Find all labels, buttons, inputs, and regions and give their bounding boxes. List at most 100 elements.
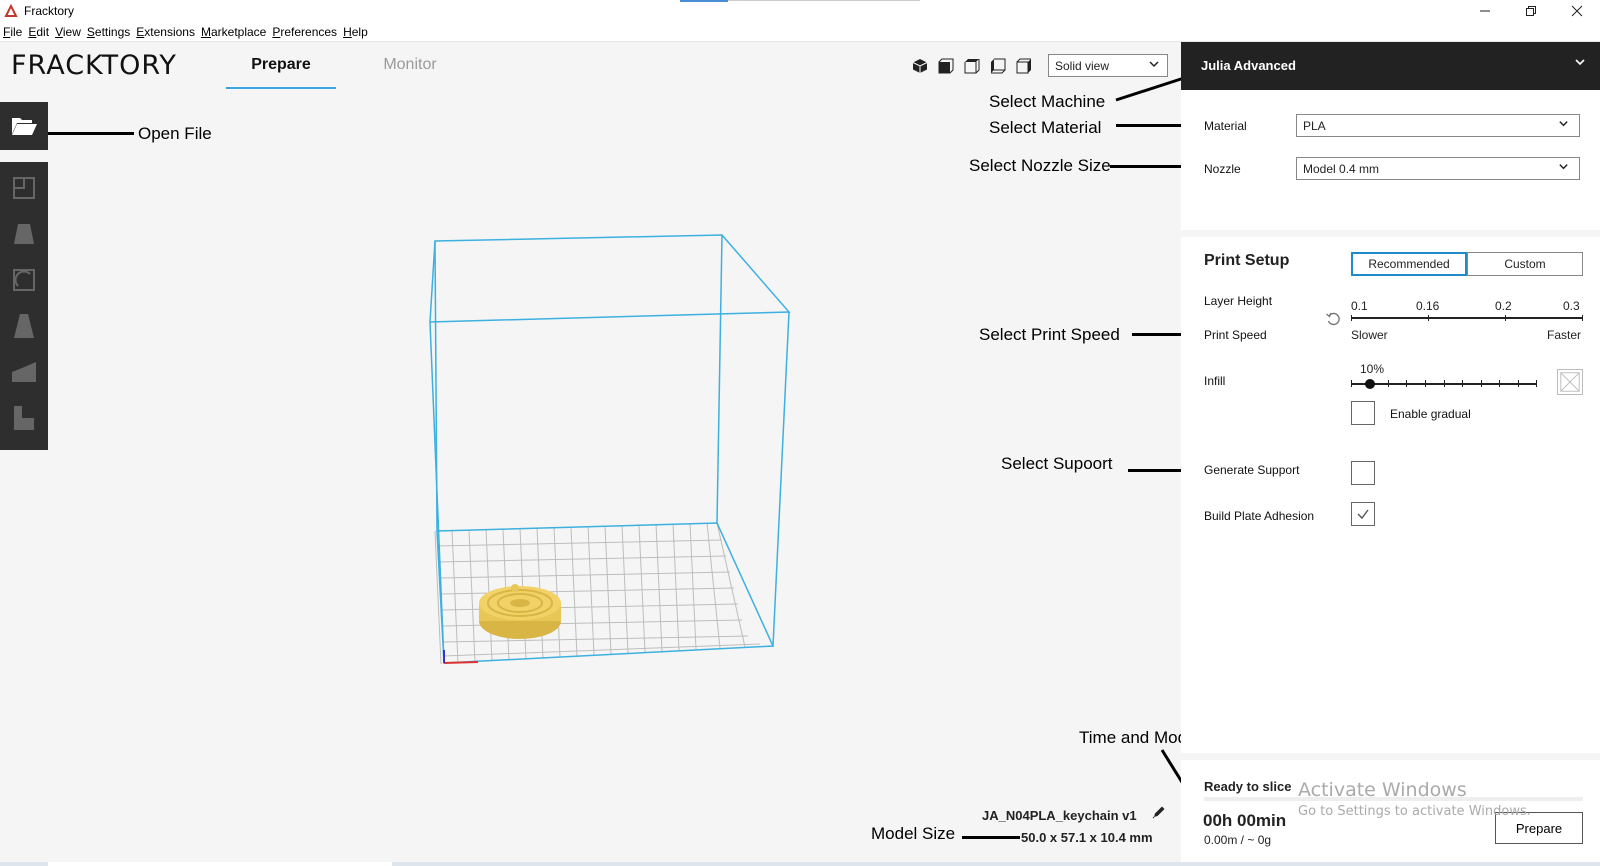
recommended-mode-button[interactable]: Recommended (1351, 252, 1467, 276)
support-checkbox[interactable] (1351, 461, 1375, 485)
activation-watermark-title: Activate Windows (1298, 779, 1467, 801)
active-tab-indicator (226, 87, 336, 89)
print-time: 00h 00min (1203, 811, 1287, 830)
reset-icon[interactable] (1325, 311, 1341, 327)
build-plate-grid (434, 522, 761, 665)
infill-pattern-icon (1557, 369, 1583, 395)
tool-panel (0, 162, 48, 450)
app-logo-icon (4, 4, 18, 17)
slice-status: Ready to slice (1204, 779, 1292, 794)
x-axis-indicator (443, 661, 479, 664)
nozzle-value: Model 0.4 mm (1303, 162, 1380, 176)
layer-height-label: Layer Height (1204, 294, 1273, 308)
tab-prepare[interactable]: Prepare (226, 56, 336, 74)
top-view-icon[interactable] (964, 58, 980, 74)
title-accent (680, 0, 728, 2)
print-setup-panel (1181, 237, 1600, 753)
adhesion-checkbox[interactable] (1351, 502, 1375, 526)
close-button[interactable] (1554, 0, 1600, 22)
menu-extensions[interactable]: Extensions (136, 25, 195, 39)
menu-edit[interactable]: Edit (28, 25, 49, 39)
gradual-label: Enable gradual (1390, 407, 1471, 421)
material-label: Material (1204, 119, 1247, 133)
chevron-down-icon (1574, 56, 1586, 72)
layer-height-slider[interactable] (1351, 315, 1583, 321)
annotation-open-file: Open File (138, 124, 212, 143)
3d-view-icon[interactable] (912, 58, 928, 74)
annotation-select-machine: Select Machine (989, 92, 1106, 111)
annotation-line (1115, 76, 1185, 102)
maximize-button[interactable] (1508, 0, 1554, 22)
tab-monitor[interactable]: Monitor (368, 56, 452, 74)
front-view-icon[interactable] (938, 58, 954, 74)
menu-preferences[interactable]: Preferences (272, 25, 337, 39)
model-name: JA_N04PLA_keychain v1 (982, 808, 1137, 823)
annotation-select-speed: Select Print Speed (979, 325, 1120, 344)
adhesion-label: Build Plate Adhesion (1204, 509, 1315, 523)
mirror-tool-icon[interactable] (10, 312, 38, 340)
rotate-tool-icon[interactable] (10, 266, 38, 294)
gradual-checkbox[interactable] (1351, 401, 1375, 425)
annotation-model-size: Model Size (871, 824, 956, 843)
nozzle-select[interactable]: Model 0.4 mm (1296, 157, 1580, 180)
move-tool-icon[interactable] (10, 174, 38, 202)
menu-marketplace[interactable]: Marketplace (201, 25, 266, 39)
keychain-model[interactable] (479, 584, 561, 639)
left-view-icon[interactable] (990, 58, 1006, 74)
restore-icon (1526, 6, 1536, 16)
title-bar (0, 0, 1600, 22)
close-icon (1571, 5, 1583, 17)
menu-file[interactable]: File (3, 25, 22, 39)
print-speed-label: Print Speed (1204, 328, 1267, 342)
right-view-icon[interactable] (1016, 58, 1032, 74)
chevron-down-icon (1149, 59, 1159, 72)
layer-tick-label: 0.16 (1416, 299, 1440, 313)
annotation-line (1132, 333, 1181, 336)
infill-slider[interactable] (1351, 380, 1537, 387)
annotation-line (1110, 165, 1186, 168)
speed-max-label: Faster (1547, 328, 1582, 342)
chevron-down-icon (1558, 161, 1569, 175)
annotation-select-nozzle: Select Nozzle Size (969, 156, 1111, 175)
build-volume-viewport[interactable] (420, 230, 800, 670)
machine-name: Julia Advanced (1201, 58, 1296, 73)
activation-watermark-subtitle: Go to Settings to activate Windows. (1298, 804, 1531, 819)
menu-view[interactable]: View (55, 25, 81, 39)
annotation-line (1128, 469, 1183, 472)
minimize-icon (1480, 10, 1490, 12)
infill-value: 10% (1360, 362, 1385, 376)
menu-settings[interactable]: Settings (87, 25, 130, 39)
layer-tick-label: 0.3 (1563, 299, 1580, 313)
per-model-settings-icon[interactable] (10, 358, 38, 386)
annotation-line (962, 836, 1020, 839)
menu-bar: File Edit View Settings Extensions Marke… (0, 22, 1600, 42)
machine-selector[interactable]: Julia Advanced (1181, 42, 1600, 90)
annotation-line (48, 132, 134, 135)
chevron-down-icon (1558, 118, 1569, 132)
layer-tick-label: 0.2 (1495, 299, 1512, 313)
material-value: PLA (1303, 119, 1326, 133)
window-title: Fracktory (24, 4, 75, 18)
title-divider (728, 0, 920, 1)
nozzle-label: Nozzle (1204, 162, 1241, 176)
print-setup-title: Print Setup (1204, 252, 1290, 269)
folder-open-icon (12, 118, 37, 135)
annotation-select-support: Select Supoort (1001, 454, 1113, 473)
minimize-button[interactable] (1462, 0, 1508, 22)
menu-help[interactable]: Help (343, 25, 368, 39)
view-mode-value: Solid view (1055, 59, 1110, 73)
custom-mode-button[interactable]: Custom (1467, 252, 1583, 276)
material-select[interactable]: PLA (1296, 114, 1580, 137)
status-strip-segment (48, 862, 392, 866)
layer-tick-label: 0.1 (1351, 299, 1368, 313)
pencil-icon[interactable] (1151, 804, 1167, 820)
open-file-button[interactable] (0, 102, 48, 150)
annotation-select-material: Select Material (989, 118, 1102, 137)
infill-label: Infill (1204, 374, 1226, 388)
support-blocker-icon[interactable] (10, 404, 38, 432)
speed-min-label: Slower (1351, 328, 1388, 342)
material-usage: 0.00m / ~ 0g (1204, 833, 1272, 847)
scale-tool-icon[interactable] (10, 220, 38, 248)
infill-slider-handle[interactable] (1364, 379, 1375, 389)
support-label: Generate Support (1204, 463, 1300, 477)
